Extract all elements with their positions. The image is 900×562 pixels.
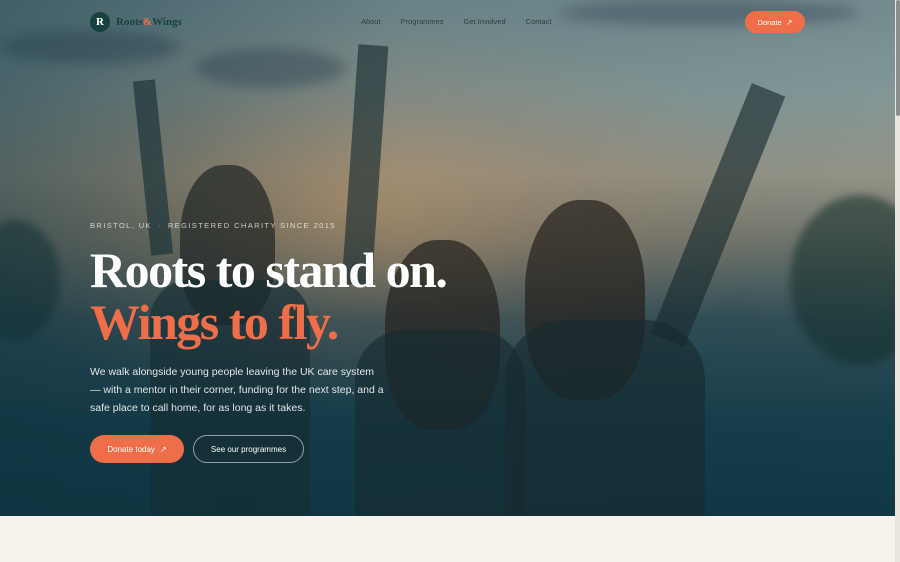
logo-wordmark: Roots&Wings bbox=[116, 16, 182, 28]
headline-line-2: Wings to fly. bbox=[90, 294, 339, 350]
nav-links: About Programmes Get Involved Contact bbox=[361, 17, 552, 26]
nav-link-contact[interactable]: Contact bbox=[526, 17, 552, 26]
donate-today-label: Donate today bbox=[107, 444, 155, 454]
logo-name-part2: Wings bbox=[152, 16, 182, 28]
nav-link-get-involved[interactable]: Get Involved bbox=[464, 17, 506, 26]
headline-line-1: Roots to stand on. bbox=[90, 242, 448, 298]
arrow-up-right-icon: ↗ bbox=[785, 17, 793, 27]
nav-link-about[interactable]: About bbox=[361, 17, 381, 26]
eyebrow-separator: · bbox=[157, 221, 162, 230]
donate-today-button[interactable]: Donate today ↗ bbox=[90, 435, 184, 463]
arrow-up-right-icon: ↗ bbox=[159, 444, 167, 454]
logo-name-part1: Roots bbox=[116, 16, 143, 28]
hero-headline: Roots to stand on. Wings to fly. bbox=[90, 242, 448, 350]
logo[interactable]: R Roots&Wings bbox=[90, 12, 182, 32]
see-programmes-label: See our programmes bbox=[210, 444, 287, 454]
hero-lede: We walk alongside young people leaving t… bbox=[90, 366, 384, 414]
scrollbar-thumb[interactable] bbox=[896, 0, 900, 116]
eyebrow-location: BRISTOL, UK bbox=[90, 221, 152, 230]
nav-donate-button[interactable]: Donate ↗ bbox=[745, 11, 805, 33]
eyebrow-charity: REGISTERED CHARITY SINCE 2015 bbox=[167, 221, 336, 230]
logo-ampersand: & bbox=[142, 16, 153, 28]
top-nav: R Roots&Wings About Programmes Get Invol… bbox=[0, 0, 895, 44]
nav-donate-label: Donate bbox=[757, 17, 782, 27]
see-programmes-button[interactable]: See our programmes bbox=[193, 435, 304, 463]
logo-mark: R bbox=[90, 12, 110, 32]
hero-eyebrow: BRISTOL, UK · REGISTERED CHARITY SINCE 2… bbox=[90, 221, 336, 230]
nav-link-programmes[interactable]: Programmes bbox=[401, 17, 444, 26]
